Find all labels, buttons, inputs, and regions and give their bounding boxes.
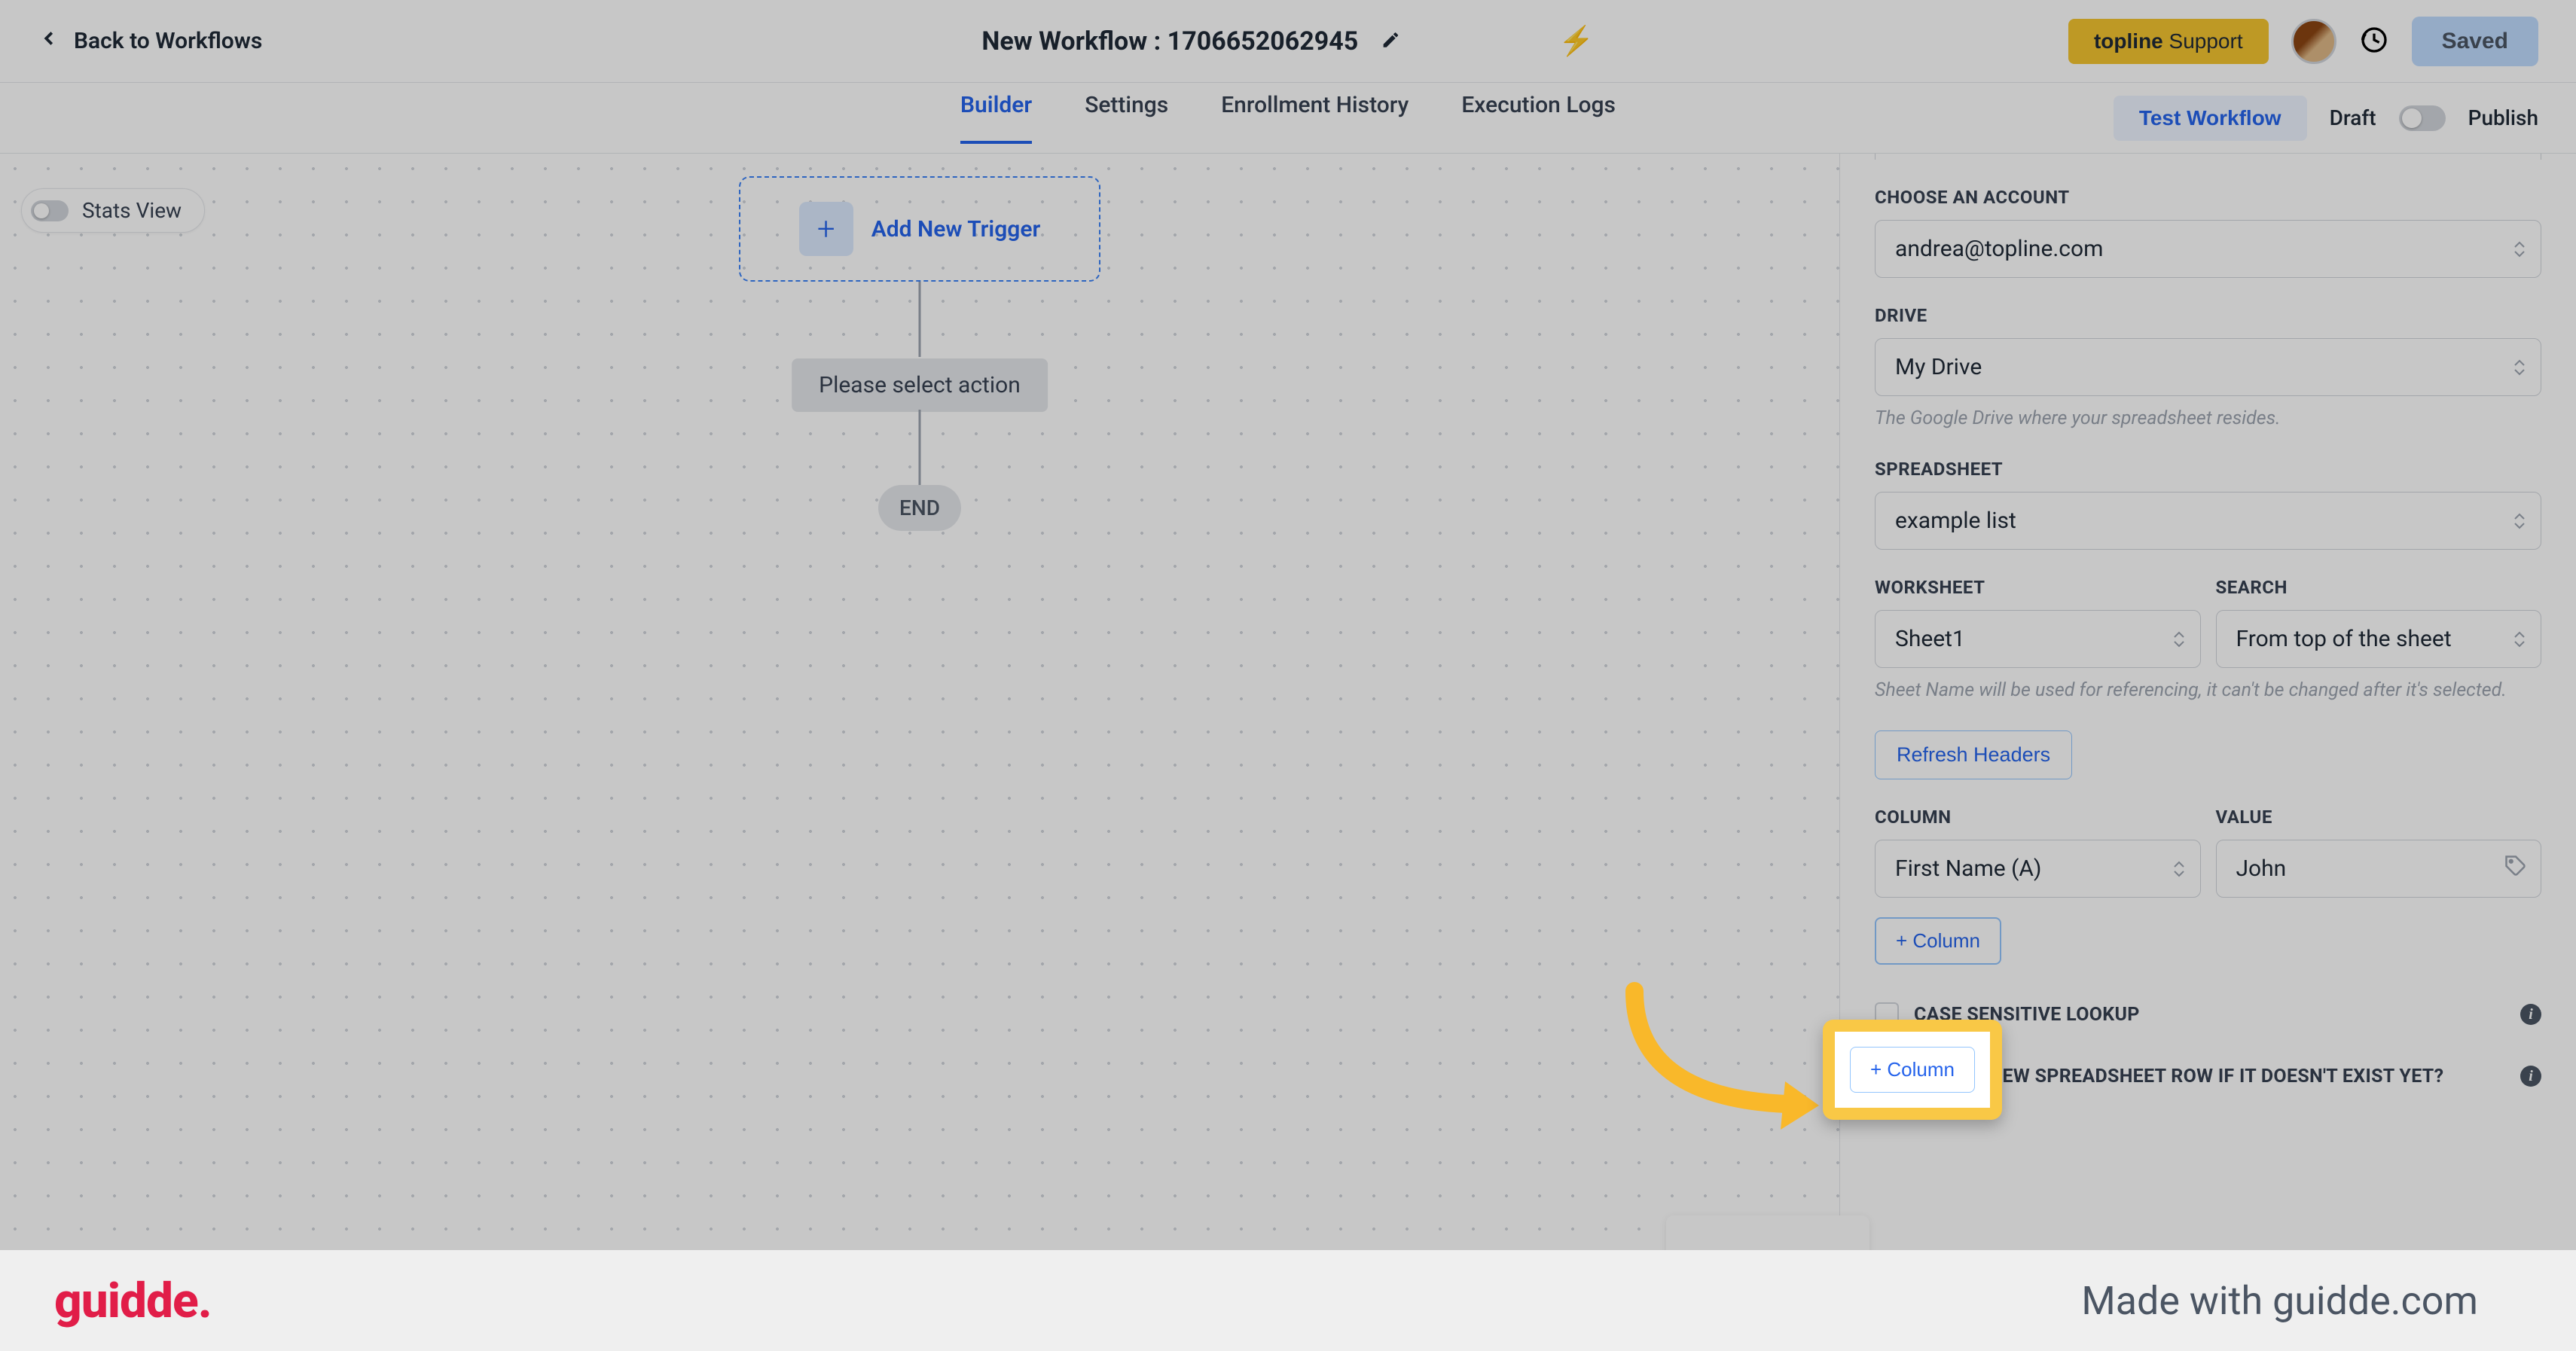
end-node: END (878, 485, 961, 531)
drive-label: DRIVE (1875, 305, 2541, 326)
chevron-updown-icon (2173, 631, 2185, 648)
tab-enrollment[interactable]: Enrollment History (1221, 92, 1409, 144)
tab-execution[interactable]: Execution Logs (1461, 92, 1616, 144)
history-icon[interactable] (2359, 25, 2389, 58)
callout-highlight: + Column (1823, 1020, 2002, 1120)
drive-select[interactable]: My Drive (1875, 338, 2541, 396)
add-trigger-node[interactable]: + Add New Trigger (739, 176, 1100, 282)
pencil-icon[interactable] (1381, 26, 1400, 56)
worksheet-help: Sheet Name will be used for referencing,… (1875, 677, 2541, 703)
chevron-updown-icon (2513, 631, 2526, 648)
add-column-button[interactable]: + Column (1875, 917, 2001, 965)
callout-arrow (1612, 976, 1823, 1142)
plus-icon: + (799, 202, 853, 256)
connector-line (919, 282, 921, 357)
spreadsheet-select[interactable]: example list (1875, 492, 2541, 550)
search-select[interactable]: From top of the sheet (2216, 610, 2542, 668)
refresh-headers-button[interactable]: Refresh Headers (1875, 730, 2072, 779)
workflow-canvas[interactable]: Stats View + Add New Trigger Please sele… (0, 154, 1839, 1351)
tab-settings[interactable]: Settings (1085, 92, 1168, 144)
search-label: SEARCH (2216, 577, 2542, 598)
worksheet-label: WORKSHEET (1875, 577, 2201, 598)
value-label: VALUE (2216, 807, 2542, 828)
support-button[interactable]: topline Support (2068, 19, 2269, 64)
guidde-logo: guidde. (54, 1273, 212, 1329)
tab-builder[interactable]: Builder (960, 92, 1032, 144)
chevron-updown-icon (2173, 861, 2185, 877)
info-icon[interactable]: i (2520, 1004, 2541, 1025)
made-with-label: Made with guidde.com (2081, 1278, 2478, 1324)
chevron-updown-icon (2513, 359, 2526, 376)
back-label[interactable]: Back to Workflows (74, 28, 262, 54)
stats-view-pill[interactable]: Stats View (21, 188, 205, 233)
workflow-title: New Workflow : 1706652062945 (981, 26, 1358, 56)
value-input[interactable]: John (2216, 840, 2542, 898)
saved-button[interactable]: Saved (2412, 17, 2538, 66)
config-sidebar: CHOOSE AN ACCOUNT andrea@topline.com DRI… (1839, 154, 2576, 1351)
spreadsheet-label: SPREADSHEET (1875, 459, 2541, 480)
add-column-button-highlighted[interactable]: + Column (1850, 1047, 1975, 1093)
worksheet-select[interactable]: Sheet1 (1875, 610, 2201, 668)
chevron-updown-icon (2513, 241, 2526, 258)
app-header: Back to Workflows New Workflow : 1706652… (0, 0, 2576, 83)
tab-bar: Builder Settings Enrollment History Exec… (0, 83, 2576, 154)
info-icon[interactable]: i (2520, 1066, 2541, 1087)
chevron-updown-icon (2513, 513, 2526, 529)
avatar[interactable] (2291, 19, 2336, 64)
publish-label: Publish (2468, 105, 2538, 130)
tag-icon[interactable] (2504, 855, 2527, 883)
account-label: CHOOSE AN ACCOUNT (1875, 187, 2541, 208)
publish-toggle[interactable] (2399, 105, 2446, 131)
stats-view-label: Stats View (82, 198, 182, 223)
connector-line (919, 410, 921, 485)
draft-label: Draft (2330, 105, 2376, 130)
bolt-icon: ⚡ (1558, 25, 1594, 58)
stats-toggle[interactable] (31, 200, 69, 221)
select-action-node[interactable]: Please select action (792, 358, 1048, 412)
test-workflow-button[interactable]: Test Workflow (2114, 96, 2307, 141)
drive-help: The Google Drive where your spreadsheet … (1875, 405, 2541, 432)
account-select[interactable]: andrea@topline.com (1875, 220, 2541, 278)
footer-bar: guidde. Made with guidde.com (0, 1250, 2576, 1351)
column-select[interactable]: First Name (A) (1875, 840, 2201, 898)
column-label: COLUMN (1875, 807, 2201, 828)
partial-select-top (1875, 154, 2541, 160)
add-trigger-label: Add New Trigger (871, 216, 1041, 242)
back-chevron-icon[interactable] (38, 27, 60, 56)
